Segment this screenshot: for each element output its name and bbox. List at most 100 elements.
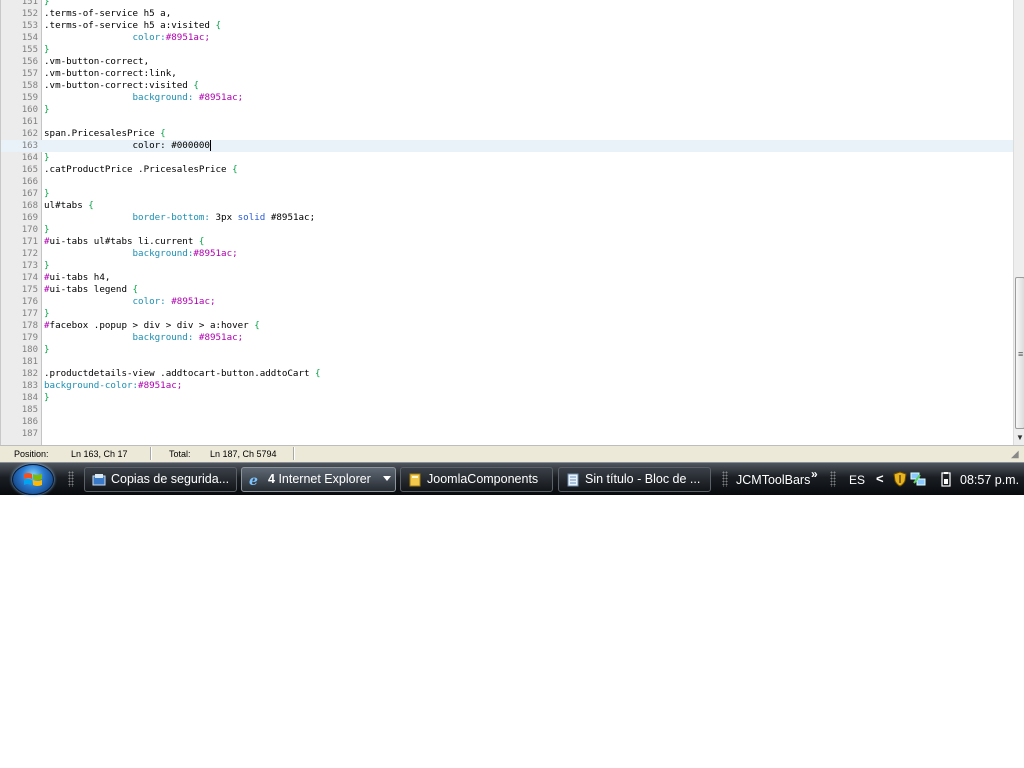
code-token: ui-tabs h4, xyxy=(49,272,111,283)
code-line[interactable]: 165 .catProductPrice .PricesalesPrice { xyxy=(1,164,1013,176)
status-bar: Position: Ln 163, Ch 17 Total: Ln 187, C… xyxy=(0,445,1024,462)
svg-text:e: e xyxy=(249,473,258,487)
task-internet-explorer[interactable]: e 4 Internet Explorer xyxy=(241,467,396,492)
scrollbar-thumb[interactable]: ≡ xyxy=(1015,277,1024,429)
language-indicator[interactable]: ES xyxy=(849,473,865,487)
task-copias-de-seguridad[interactable]: Copias de segurida... xyxy=(84,467,237,492)
network-icon[interactable] xyxy=(910,471,926,487)
code-line[interactable]: 177} xyxy=(1,308,1013,320)
code-line[interactable]: 169 border-bottom: 3px solid #8951ac; xyxy=(1,212,1013,224)
system-clock[interactable]: 08:57 p.m. xyxy=(960,473,1019,487)
task-dropdown-icon[interactable] xyxy=(383,476,391,481)
code-line[interactable]: 151} xyxy=(1,0,1013,8)
code-line[interactable]: 155} xyxy=(1,44,1013,56)
code-editor[interactable]: 151} 152 .terms-of-service h5 a, 153 .terms-… xyxy=(0,0,1024,445)
status-divider xyxy=(150,447,152,460)
language-bar-grip[interactable] xyxy=(830,471,836,487)
line-number: 180 xyxy=(21,345,38,355)
code-line[interactable]: 170} xyxy=(1,224,1013,236)
code-token: { xyxy=(254,320,260,331)
code-line[interactable]: 156 .vm-button-correct, xyxy=(1,56,1013,68)
code-line[interactable]: 186 xyxy=(1,416,1013,428)
scrollbar-grip-icon: ≡ xyxy=(1018,349,1024,359)
code-line[interactable]: 174 #ui-tabs h4, xyxy=(1,272,1013,284)
battery-icon[interactable] xyxy=(938,471,954,487)
jcm-toolbars-toolbar[interactable]: JCMToolBars xyxy=(736,473,810,487)
line-text: .productdetails-view .addtocart-button.a… xyxy=(44,368,321,380)
taskbar-grip[interactable] xyxy=(68,471,74,487)
code-line[interactable]: 173} xyxy=(1,260,1013,272)
internet-explorer-icon: e xyxy=(249,473,258,487)
code-line[interactable]: 157 .vm-button-correct:link, xyxy=(1,68,1013,80)
code-token: #8951ac; xyxy=(193,332,244,343)
code-token: #8951ac; xyxy=(165,296,216,307)
code-token: 3px xyxy=(209,212,238,223)
scroll-down-arrow-icon[interactable]: ▼ xyxy=(1016,433,1024,443)
code-token: color: #000000 xyxy=(44,140,210,151)
code-line[interactable]: 154 color:#8951ac; xyxy=(1,32,1013,44)
code-line[interactable]: 168 ul#tabs { xyxy=(1,200,1013,212)
code-token: { xyxy=(215,20,222,31)
line-text: } xyxy=(44,308,50,320)
line-text: } xyxy=(44,344,50,356)
code-line[interactable]: 184} xyxy=(1,392,1013,404)
code-line[interactable]: 161 xyxy=(1,116,1013,128)
code-line[interactable]: 167} xyxy=(1,188,1013,200)
start-button[interactable] xyxy=(12,464,54,495)
code-line[interactable]: 183 background-color:#8951ac; xyxy=(1,380,1013,392)
code-line[interactable]: 164} xyxy=(1,152,1013,164)
task-label: Sin título - Bloc de ... xyxy=(585,472,701,486)
code-line[interactable]: 175 #ui-tabs legend { xyxy=(1,284,1013,296)
line-text: } xyxy=(44,224,50,236)
code-token: background: xyxy=(132,92,194,103)
code-line[interactable]: 185 xyxy=(1,404,1013,416)
show-hidden-icons-button[interactable]: < xyxy=(876,472,884,486)
code-line[interactable]: 153 .terms-of-service h5 a:visited { xyxy=(1,20,1013,32)
line-number: 156 xyxy=(21,57,38,67)
line-number: 161 xyxy=(21,117,38,127)
status-divider xyxy=(293,447,295,460)
code-token: { xyxy=(88,200,94,211)
code-line[interactable]: 176 color: #8951ac; xyxy=(1,296,1013,308)
code-line[interactable]: 162 span.PricesalesPrice { xyxy=(1,128,1013,140)
vertical-scrollbar[interactable]: ≡ ▼ xyxy=(1013,0,1024,445)
task-notepad[interactable]: Sin título - Bloc de ... xyxy=(558,467,711,492)
code-token: } xyxy=(44,188,50,199)
line-text: } xyxy=(44,188,50,200)
code-line[interactable]: 181 xyxy=(1,356,1013,368)
code-line[interactable]: 179 background: #8951ac; xyxy=(1,332,1013,344)
code-line[interactable]: 166 xyxy=(1,176,1013,188)
task-window-count: 4 xyxy=(268,472,275,486)
line-text: #ui-tabs legend { xyxy=(44,284,138,296)
line-number: 165 xyxy=(21,165,38,175)
toolbar-chevron-icon[interactable]: » xyxy=(811,468,818,480)
code-area[interactable]: 151} 152 .terms-of-service h5 a, 153 .terms-… xyxy=(1,0,1013,440)
code-line[interactable]: 172 background:#8951ac; xyxy=(1,248,1013,260)
code-token: solid xyxy=(237,212,266,223)
code-line[interactable]: 182 .productdetails-view .addtocart-butto… xyxy=(1,368,1013,380)
code-token: span.PricesalesPrice xyxy=(44,128,161,139)
code-line[interactable]: 159 background: #8951ac; xyxy=(1,92,1013,104)
code-line[interactable]: 152 .terms-of-service h5 a, xyxy=(1,8,1013,20)
notepad-icon xyxy=(567,473,579,487)
code-token: { xyxy=(160,128,166,139)
toolbar-grip[interactable] xyxy=(722,471,728,487)
code-line[interactable]: 171 #ui-tabs ul#tabs li.current { xyxy=(1,236,1013,248)
line-text: background: #8951ac; xyxy=(44,92,244,104)
code-line[interactable]: 158 .vm-button-correct:visited { xyxy=(1,80,1013,92)
code-line[interactable]: 187 xyxy=(1,428,1013,440)
code-token: { xyxy=(232,164,238,175)
security-shield-icon[interactable] xyxy=(892,471,908,487)
code-line-current[interactable]: 163 color: #000000 xyxy=(1,140,1013,152)
task-joomla-components[interactable]: JoomlaComponents xyxy=(400,467,553,492)
line-number: 175 xyxy=(21,285,38,295)
line-number: 181 xyxy=(21,357,38,367)
resize-grip-icon[interactable]: ◢ xyxy=(1011,449,1023,461)
code-line[interactable]: 180} xyxy=(1,344,1013,356)
line-number: 157 xyxy=(21,69,38,79)
code-line[interactable]: 160} xyxy=(1,104,1013,116)
code-line[interactable]: 178 #facebox .popup > div > div > a:hover… xyxy=(1,320,1013,332)
